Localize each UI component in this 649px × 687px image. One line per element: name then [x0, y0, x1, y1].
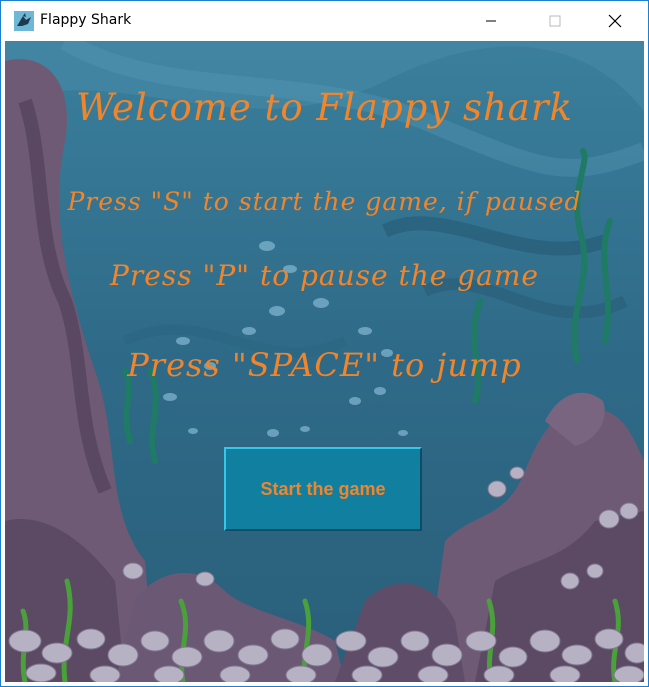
instruction-jump: Press "SPACE" to jump — [127, 346, 522, 384]
maximize-icon — [549, 15, 561, 27]
title-bar[interactable]: Flappy Shark — [1, 1, 648, 41]
welcome-title: Welcome to Flappy shark — [76, 86, 573, 129]
instruction-pause: Press "P" to pause the game — [110, 259, 539, 292]
maximize-button[interactable] — [532, 1, 578, 41]
close-icon — [608, 14, 622, 28]
minimize-button[interactable] — [468, 1, 514, 41]
window-title: Flappy Shark — [40, 12, 132, 28]
shark-app-icon — [14, 11, 34, 31]
start-game-button[interactable]: Start the game — [224, 447, 422, 531]
game-window: Flappy Shark Welcome to Flappy shark Pre… — [0, 0, 649, 687]
game-scene[interactable]: Welcome to Flappy shark Press "S" to sta… — [5, 41, 644, 682]
minimize-icon — [486, 20, 496, 22]
instruction-start: Press "S" to start the game, if paused — [67, 187, 582, 216]
close-button[interactable] — [592, 1, 638, 41]
